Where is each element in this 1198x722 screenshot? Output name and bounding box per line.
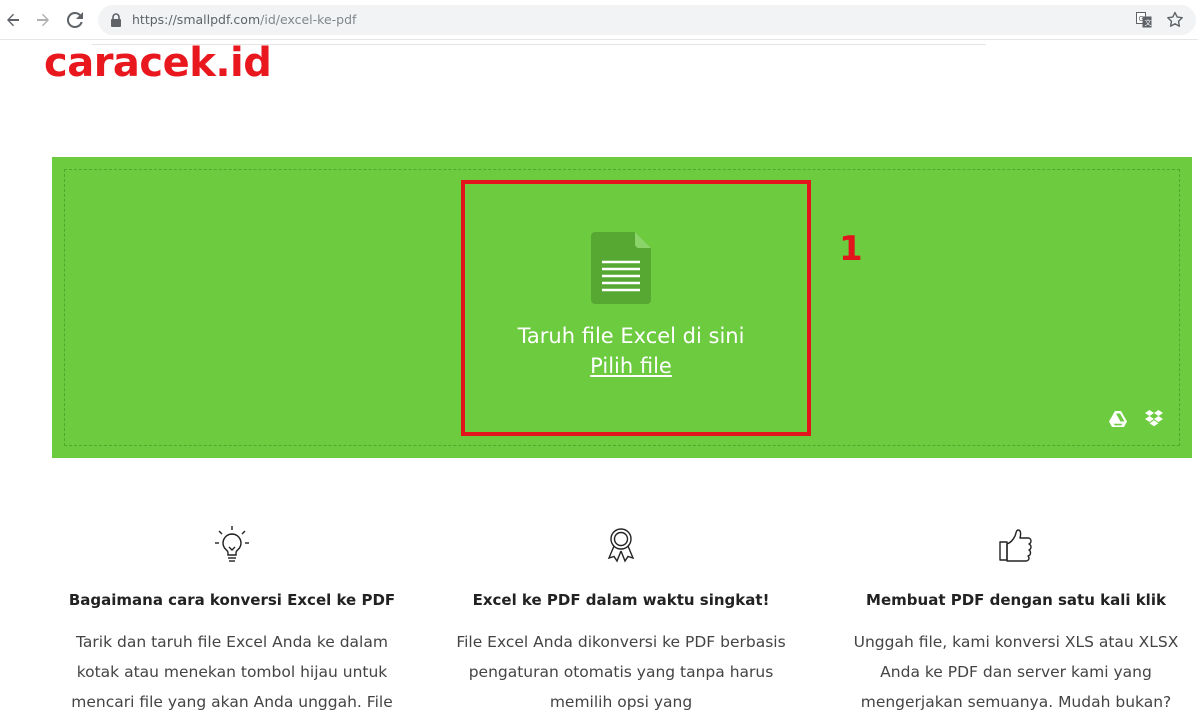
arrow-right-icon bbox=[37, 13, 49, 27]
dropbox-icon[interactable] bbox=[1145, 410, 1163, 427]
annotation-number: 1 bbox=[839, 229, 863, 269]
back-button[interactable] bbox=[2, 9, 24, 31]
translate-icon[interactable]: G文 bbox=[1136, 12, 1152, 28]
annotation-highlight-box bbox=[461, 180, 811, 436]
forward-button[interactable] bbox=[32, 9, 54, 31]
google-drive-icon[interactable] bbox=[1109, 411, 1127, 427]
arrow-left-icon bbox=[7, 13, 19, 27]
url-path: /id/excel-ke-pdf bbox=[260, 12, 357, 27]
feature-description: Tarik dan taruh file Excel Anda ke dalam… bbox=[71, 633, 393, 711]
award-icon bbox=[607, 528, 635, 563]
feature-description: File Excel Anda dikonversi ke PDF berbas… bbox=[456, 633, 786, 711]
file-dropzone[interactable]: Taruh file Excel di sini Pilih file 1 bbox=[52, 157, 1192, 458]
excel-file-icon bbox=[591, 232, 651, 304]
feature-fast-conversion: Excel ke PDF dalam waktu singkat! File E… bbox=[441, 525, 801, 717]
url-host: https://smallpdf.com bbox=[132, 12, 261, 27]
feature-how-to-convert: Bagaimana cara konversi Excel ke PDF Tar… bbox=[52, 525, 412, 717]
feature-description: Unggah file, kami konversi XLS atau XLSX… bbox=[853, 633, 1179, 711]
svg-text:文: 文 bbox=[1145, 18, 1152, 27]
watermark-logo: caracek.id bbox=[44, 40, 272, 86]
browser-toolbar: https://smallpdf.com/id/excel-ke-pdf G文 bbox=[0, 0, 1198, 40]
dropzone-prompt: Taruh file Excel di sini bbox=[517, 324, 745, 348]
choose-file-link[interactable]: Pilih file bbox=[461, 354, 801, 378]
feature-one-click: Membuat PDF dengan satu kali klik Unggah… bbox=[836, 525, 1196, 717]
reload-button[interactable] bbox=[64, 9, 86, 31]
lightbulb-icon bbox=[215, 526, 249, 562]
url-text: https://smallpdf.com/id/excel-ke-pdf bbox=[132, 12, 356, 27]
svg-text:G: G bbox=[1139, 15, 1144, 23]
reload-icon bbox=[67, 12, 83, 28]
thumbs-up-icon bbox=[999, 529, 1032, 562]
feature-title: Excel ke PDF dalam waktu singkat! bbox=[472, 591, 770, 609]
bookmark-star-icon[interactable] bbox=[1166, 11, 1184, 29]
feature-title: Bagaimana cara konversi Excel ke PDF bbox=[68, 591, 396, 609]
feature-title: Membuat PDF dengan satu kali klik bbox=[866, 591, 1166, 609]
lock-icon bbox=[111, 13, 121, 27]
address-bar[interactable]: https://smallpdf.com/id/excel-ke-pdf G文 bbox=[98, 5, 1196, 35]
